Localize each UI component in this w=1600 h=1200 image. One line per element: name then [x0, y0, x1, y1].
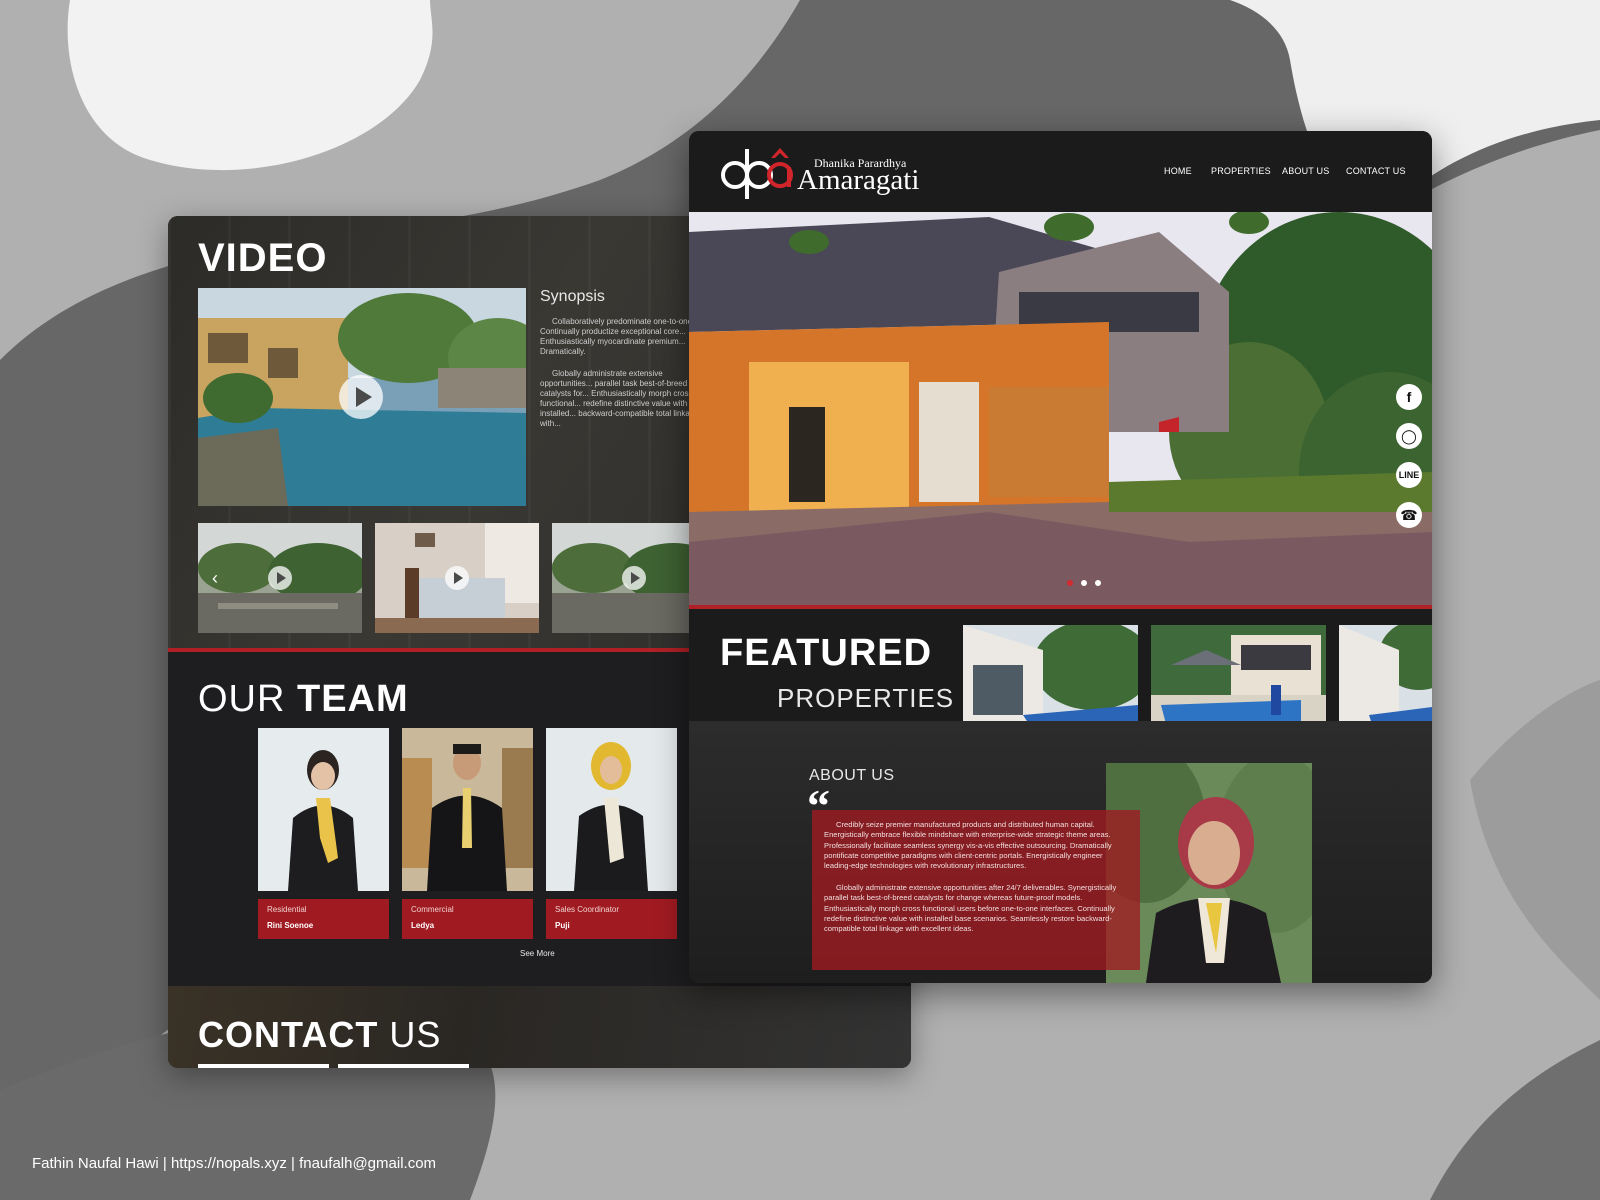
- team-title-bold: TEAM: [297, 678, 409, 720]
- team-section-title: OUR TEAM: [198, 678, 409, 721]
- video-thumbnail[interactable]: [375, 523, 539, 633]
- slider-dot[interactable]: [1067, 580, 1073, 586]
- about-paragraph-1: Credibly seize premier manufactured prod…: [824, 820, 1112, 871]
- whatsapp-icon[interactable]: ☎: [1396, 502, 1422, 528]
- member-caption: Commercial Ledya: [402, 899, 533, 939]
- member-photo: [258, 728, 389, 891]
- see-more-link[interactable]: See More: [520, 949, 555, 958]
- team-title-light: OUR: [198, 678, 297, 720]
- nav-home[interactable]: HOME: [1164, 166, 1192, 176]
- modern-house-hero-image: [689, 212, 1432, 605]
- woman-hijab-portrait: [546, 728, 677, 891]
- woman-portrait: [258, 728, 389, 891]
- member-caption: Sales Coordinator Puji: [546, 899, 677, 939]
- facebook-icon[interactable]: f: [1396, 384, 1422, 410]
- hero-divider: [689, 605, 1432, 609]
- featured-title: FEATURED: [720, 632, 933, 674]
- chevron-left-icon[interactable]: ‹: [212, 569, 218, 587]
- line-icon[interactable]: LINE: [1396, 462, 1422, 488]
- synopsis-paragraph-2: Globally administrate extensive opportun…: [540, 369, 699, 428]
- member-role: Commercial: [411, 905, 454, 914]
- dpa-logo-icon[interactable]: [719, 143, 795, 201]
- play-icon[interactable]: [339, 375, 383, 419]
- contact-title-bold: CONTACT: [198, 1014, 379, 1055]
- member-name: Ledya: [411, 921, 435, 930]
- team-member-card[interactable]: Commercial Ledya: [402, 728, 533, 940]
- featured-subtitle: PROPERTIES: [777, 683, 955, 713]
- instagram-icon[interactable]: ◯: [1396, 423, 1422, 449]
- play-icon[interactable]: [445, 566, 469, 590]
- nav-contact-us[interactable]: CONTACT US: [1346, 166, 1406, 176]
- member-role: Residential: [267, 905, 307, 914]
- contact-card[interactable]: [338, 1064, 469, 1068]
- site-header: Dhanika Parardhya Amaragati HOME PROPERT…: [689, 131, 1432, 212]
- play-icon[interactable]: [268, 566, 292, 590]
- play-icon[interactable]: [622, 566, 646, 590]
- about-paragraph-2: Globally administrate extensive opportun…: [824, 883, 1117, 934]
- nav-about-us[interactable]: ABOUT US: [1282, 166, 1329, 176]
- author-footer: Fathin Naufal Hawi | https://nopals.xyz …: [32, 1155, 437, 1172]
- nav-properties[interactable]: PROPERTIES: [1211, 166, 1271, 176]
- member-role: Sales Coordinator: [555, 905, 620, 914]
- contact-section-title: CONTACT US: [198, 1014, 441, 1056]
- member-name: Puji: [555, 921, 570, 930]
- contact-card[interactable]: [198, 1064, 329, 1068]
- synopsis-title: Synopsis: [540, 288, 605, 305]
- team-member-card[interactable]: Residential Rini Soenoe: [258, 728, 389, 940]
- team-member-card[interactable]: Sales Coordinator Puji: [546, 728, 677, 940]
- video-section-title: VIDEO: [198, 236, 328, 280]
- logo-name[interactable]: Amaragati: [797, 164, 919, 197]
- hero-slider[interactable]: [689, 212, 1432, 605]
- member-photo: [546, 728, 677, 891]
- contact-title-light: US: [378, 1014, 442, 1055]
- man-portrait: [402, 728, 533, 891]
- member-photo: [402, 728, 533, 891]
- right-page-mockup: Dhanika Parardhya Amaragati HOME PROPERT…: [689, 131, 1432, 983]
- slider-dot[interactable]: [1095, 580, 1101, 586]
- slider-dot[interactable]: [1081, 580, 1087, 586]
- synopsis-paragraph-1: Collaboratively predominate one-to-one..…: [540, 317, 699, 356]
- member-name: Rini Soenoe: [267, 921, 314, 930]
- member-caption: Residential Rini Soenoe: [258, 899, 389, 939]
- main-video-player[interactable]: [198, 288, 526, 506]
- video-thumbnail[interactable]: ‹: [198, 523, 362, 633]
